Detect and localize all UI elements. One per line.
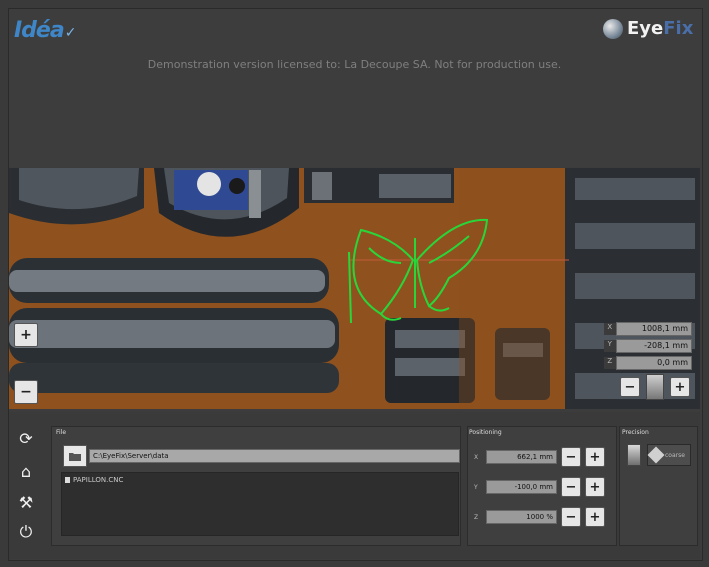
file-panel-title: File [56,429,67,436]
refresh-button[interactable]: ⟳ [14,426,38,450]
positioning-axis-y: Y [474,483,478,491]
precision-control: coarse [627,444,691,466]
camera-view[interactable] [9,168,700,409]
positioning-x-minus-button[interactable]: − [561,447,581,467]
positioning-z-plus-button[interactable]: + [585,507,605,527]
file-name: PAPILLON.CNC [73,476,124,484]
file-icon [65,477,70,483]
check-icon: ✓ [64,25,77,41]
positioning-panel-title: Positioning [469,429,502,436]
home-button[interactable]: ⌂ [14,459,38,483]
positioning-y-minus-button[interactable]: − [561,477,581,497]
precision-panel-title: Precision [622,429,649,436]
tools-button[interactable]: ⚒ [14,490,38,514]
zoom-in-button[interactable]: + [14,323,38,347]
list-item[interactable]: PAPILLON.CNC [65,476,123,484]
refresh-icon: ⟳ [19,428,33,448]
precision-slider[interactable] [627,444,641,466]
eye-ball-icon [603,18,623,39]
coord-axis-x: X [604,323,616,335]
coord-value-x: 1008,1 mm [615,322,692,336]
coord-row-y: Y -208,1 mm [604,339,692,353]
folder-icon [69,452,81,461]
file-list[interactable]: PAPILLON.CNC [61,472,459,536]
power-icon: ⏻ [19,522,33,541]
positioning-value-x[interactable]: 662,1 mm [486,450,557,464]
positioning-axis-x: X [474,453,479,461]
positioning-row-x: X 662,1 mm − + [474,447,605,467]
positioning-row-z: Z 1000 % − + [474,507,605,527]
open-folder-button[interactable] [63,445,87,467]
crosshair-icon [647,446,665,464]
power-button[interactable]: ⏻ [14,520,38,544]
tools-icon: ⚒ [18,492,34,512]
precision-mode-label: coarse [665,451,685,459]
licence-notice: Demonstration version licensed to: La De… [147,58,562,71]
coord-axis-z: Z [604,357,616,369]
positioning-x-plus-button[interactable]: + [585,447,605,467]
positioning-y-plus-button[interactable]: + [585,477,605,497]
eyefix-logo: Eye Fix [603,18,693,39]
positioning-axis-z: Z [474,513,479,521]
camera-plus-button[interactable]: + [670,377,690,397]
header-bar [9,9,700,167]
idea-logo: Idéa✓ [14,18,77,43]
eyefix-logo-text-1: Eye [627,18,664,39]
eyefix-logo-text-2: Fix [663,18,694,39]
camera-zoom-control: − + [620,374,690,400]
positioning-z-minus-button[interactable]: − [561,507,581,527]
coord-axis-y: Y [604,340,616,352]
idea-logo-text: Idéa [14,18,65,43]
zoom-out-button[interactable]: − [14,380,38,404]
precision-mode-button[interactable]: coarse [647,444,691,466]
camera-zoom-slider[interactable] [646,374,664,400]
coord-row-x: X 1008,1 mm [604,322,692,336]
coord-row-z: Z 0,0 mm [604,356,692,370]
camera-coordinates: X 1008,1 mm Y -208,1 mm Z 0,0 mm [604,322,692,373]
home-icon: ⌂ [20,461,32,481]
coord-value-z: 0,0 mm [615,356,692,370]
camera-minus-button[interactable]: − [620,377,640,397]
positioning-value-z[interactable]: 1000 % [486,510,557,524]
positioning-row-y: Y -100,0 mm − + [474,477,605,497]
coord-value-y: -208,1 mm [615,339,692,353]
folder-path-field[interactable]: C:\EyeFix\Server\data [89,449,460,463]
positioning-value-y[interactable]: -100,0 mm [486,480,557,494]
camera-image [9,168,700,409]
